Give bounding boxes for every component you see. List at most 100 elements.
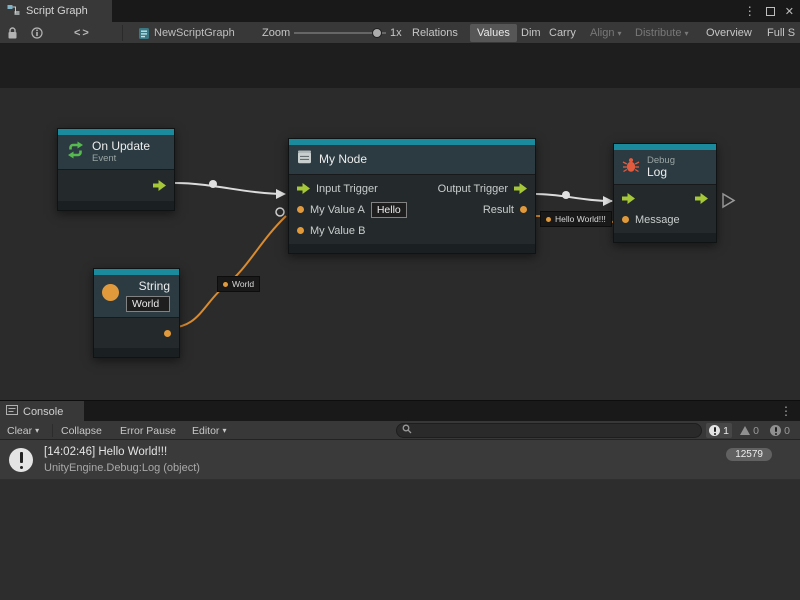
editor-dropdown[interactable]: Editor▾	[188, 421, 230, 440]
wire-onupdate-to-mynode[interactable]	[175, 183, 284, 194]
console-search[interactable]	[396, 423, 702, 438]
info-count-toggle[interactable]: 1	[706, 423, 732, 438]
value-input-port[interactable]	[297, 227, 304, 234]
console-menu-icon[interactable]: ⋮	[780, 404, 792, 418]
node-my-node[interactable]: My Node Input Trigger Output Trigger My …	[288, 138, 536, 254]
port-hover-circle-icon	[276, 208, 284, 216]
node-header: Debug Log	[614, 150, 716, 185]
console-tabbar: Console ⋮	[0, 400, 800, 421]
bug-icon	[622, 157, 640, 178]
search-input[interactable]	[416, 425, 686, 436]
zoom-label: Zoom	[262, 22, 290, 44]
port-label: Result	[483, 204, 514, 216]
chevron-down-icon: ▾	[617, 29, 621, 38]
graph-name[interactable]: NewScriptGraph	[154, 22, 235, 44]
wire-mynode-to-debug[interactable]	[536, 194, 612, 201]
collapse-count-badge: 12579	[726, 448, 772, 461]
flow-output-port[interactable]	[695, 193, 708, 204]
flow-output-port[interactable]	[514, 183, 527, 194]
wire-string-to-myvaluea[interactable]	[166, 216, 286, 327]
clear-button[interactable]: Clear▾	[3, 421, 43, 440]
carry-button[interactable]: Carry	[545, 22, 580, 44]
wire-value-label: World	[217, 276, 260, 292]
node-title: On Update	[92, 140, 150, 153]
value-input-port[interactable]	[297, 206, 304, 213]
wire-value-text: World	[232, 279, 254, 289]
flow-input-port[interactable]	[622, 193, 635, 204]
on-update-icon	[66, 141, 85, 164]
align-button[interactable]: Align▾	[586, 22, 625, 44]
warning-count-toggle[interactable]: 0	[737, 421, 762, 440]
toolbar-separator	[52, 424, 53, 437]
unity-editor-window: Script Graph ⋮ ✕ <> NewScriptGraph Zoom …	[0, 0, 800, 600]
log-entry[interactable]: [14:02:46] Hello World!!! UnityEngine.De…	[0, 440, 800, 480]
value-dot-icon	[546, 217, 551, 222]
node-title: String	[126, 280, 170, 293]
tab-script-graph[interactable]: Script Graph	[0, 0, 112, 22]
node-header: My Node	[289, 145, 535, 175]
lock-icon[interactable]	[7, 22, 18, 44]
collapse-toggle[interactable]: Collapse	[57, 421, 106, 440]
flow-output-port[interactable]	[153, 180, 166, 191]
node-on-update[interactable]: On Update Event	[57, 128, 175, 211]
relations-button[interactable]: Relations	[408, 22, 462, 44]
values-button[interactable]: Values	[470, 24, 517, 42]
node-debug-log[interactable]: Debug Log Message	[613, 143, 717, 243]
error-pause-toggle[interactable]: Error Pause	[116, 421, 180, 440]
graph-asset-icon	[138, 22, 150, 44]
my-value-a-field[interactable]: Hello	[371, 202, 407, 218]
canvas-top-band	[0, 44, 800, 88]
flow-input-port[interactable]	[297, 183, 310, 194]
node-footer	[58, 201, 174, 210]
distribute-label: Distribute	[635, 27, 681, 39]
warning-count: 0	[753, 425, 759, 437]
log-message: [14:02:46] Hello World!!!	[44, 446, 167, 458]
wire-arrowhead-icon	[276, 189, 286, 199]
tab-title: Script Graph	[26, 5, 88, 17]
port-label: Output Trigger	[438, 183, 508, 195]
node-footer	[289, 244, 535, 253]
distribute-button[interactable]: Distribute▾	[631, 22, 692, 44]
port-label: Message	[635, 214, 680, 226]
window-tabbar: Script Graph ⋮ ✕	[0, 0, 800, 22]
script-graph-icon	[7, 4, 20, 19]
dim-button[interactable]: Dim	[517, 22, 545, 44]
window-controls: ⋮ ✕	[744, 0, 794, 22]
error-icon	[770, 425, 781, 436]
value-input-port[interactable]	[622, 216, 629, 223]
clear-label: Clear	[7, 425, 32, 437]
string-value-field[interactable]: World	[126, 296, 170, 312]
node-title: My Node	[319, 153, 367, 166]
overview-button[interactable]: Overview	[702, 22, 756, 44]
node-footer	[614, 233, 716, 242]
graph-toolbar: <> NewScriptGraph Zoom 1x Relations Valu…	[0, 22, 800, 44]
toolbar-separator	[122, 25, 123, 41]
wire-dot	[209, 180, 217, 188]
chevron-down-icon: ▾	[222, 426, 226, 435]
error-count-toggle[interactable]: 0	[767, 421, 793, 440]
fullscreen-button[interactable]: Full S	[763, 22, 799, 44]
graph-canvas[interactable]: On Update Event My Node	[0, 44, 800, 400]
window-menu-icon[interactable]: ⋮	[744, 4, 756, 18]
value-dot-icon	[223, 282, 228, 287]
node-subtitle: Event	[92, 153, 150, 164]
edit-script-icon[interactable]: <>	[74, 22, 91, 44]
node-string[interactable]: String World	[93, 268, 180, 358]
info-log-icon	[9, 448, 33, 472]
zoom-slider[interactable]	[294, 22, 386, 44]
maximize-icon[interactable]	[766, 7, 775, 16]
port-row: Message	[614, 209, 716, 230]
info-icon[interactable]	[31, 22, 43, 44]
value-output-port[interactable]	[164, 330, 171, 337]
node-header: On Update Event	[58, 135, 174, 170]
error-count: 0	[784, 425, 790, 437]
log-stacktrace: UnityEngine.Debug:Log (object)	[44, 462, 200, 474]
value-output-port[interactable]	[520, 206, 527, 213]
console-panel: Console ⋮ Clear▾ Collapse Error Pause Ed…	[0, 400, 800, 600]
close-icon[interactable]: ✕	[785, 5, 794, 18]
tab-console[interactable]: Console	[0, 401, 84, 422]
zoom-slider-thumb[interactable]	[372, 28, 382, 38]
node-title: Log	[647, 166, 675, 179]
wire-dot	[562, 191, 570, 199]
console-log-list[interactable]: [14:02:46] Hello World!!! UnityEngine.De…	[0, 440, 800, 600]
